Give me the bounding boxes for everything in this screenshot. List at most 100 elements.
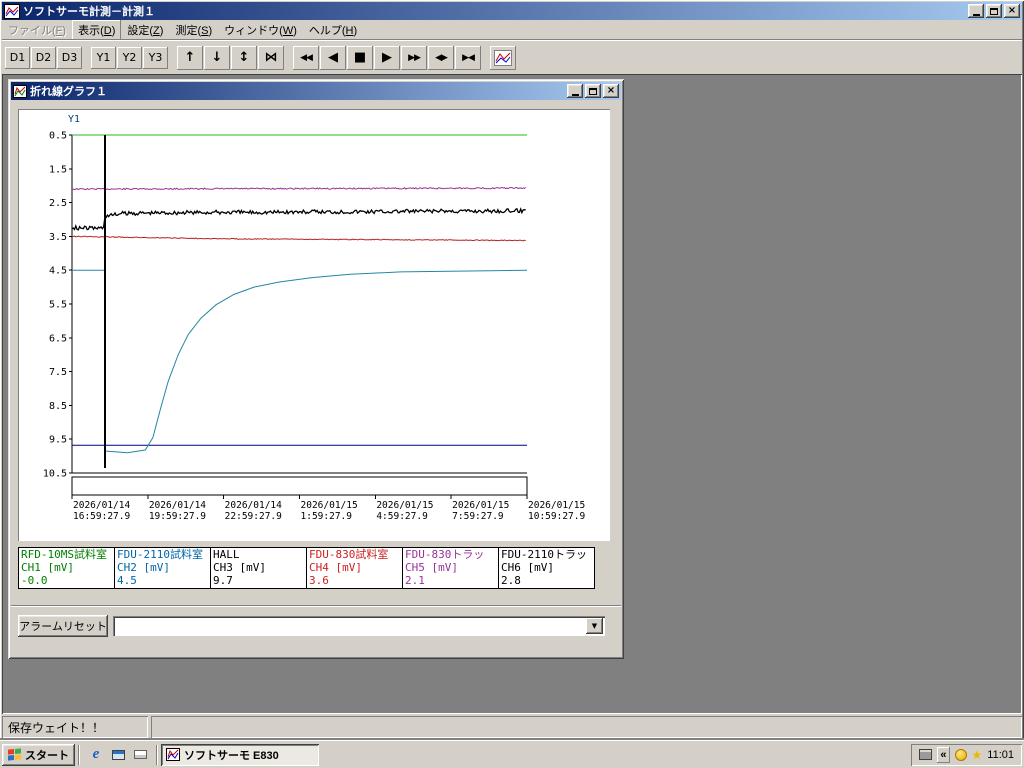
clock: 11:01 xyxy=(987,748,1014,761)
svg-text:2026/01/14: 2026/01/14 xyxy=(149,500,206,511)
menu-settings[interactable]: 設定(Z) xyxy=(121,20,169,40)
toolbar-separator xyxy=(83,53,90,63)
legend-channel-label: CH5 [mV] xyxy=(405,561,458,574)
svg-text:8.5: 8.5 xyxy=(49,401,67,412)
scale-down-button[interactable]: ↓ xyxy=(204,45,230,70)
taskbar-separator xyxy=(156,745,158,765)
legend-device-name: FDU-2110試料室 xyxy=(117,548,203,561)
y2-button[interactable]: Y2 xyxy=(117,46,142,69)
graph-window-icon xyxy=(13,84,27,98)
legend-device-name: RFD-10MS試料室 xyxy=(21,548,107,561)
legend-value: -0.0 xyxy=(21,574,48,587)
svg-text:0.5: 0.5 xyxy=(49,131,67,142)
legend-value: 2.1 xyxy=(405,574,425,587)
menu-bar: ファイル(F) 表示(D) 設定(Z) 測定(S) ウィンドウ(W) ヘルプ(H) xyxy=(2,20,1022,40)
legend-device-name: HALL xyxy=(213,548,240,561)
scale-up-button[interactable]: ↑ xyxy=(177,45,203,70)
svg-text:10:59:27.9: 10:59:27.9 xyxy=(528,511,585,522)
alarm-combobox[interactable]: ▼ xyxy=(113,616,605,636)
hide-icons-chevron[interactable]: « xyxy=(937,747,949,763)
menu-measure[interactable]: 測定(S) xyxy=(169,20,218,40)
minimize-button[interactable] xyxy=(968,4,984,18)
stop-scroll-button[interactable]: ■ xyxy=(347,45,373,70)
y1-button[interactable]: Y1 xyxy=(91,46,116,69)
legend-channel-2: FDU-2110試料室 CH2 [mV] 4.5 xyxy=(115,548,211,589)
alarm-reset-button[interactable]: アラームリセット xyxy=(18,615,108,637)
d2-button[interactable]: D2 xyxy=(31,46,56,69)
line-graph-button[interactable] xyxy=(490,45,516,70)
status-bar: 保存ウェイト！！ xyxy=(2,716,1022,738)
scroll-fast-right-button[interactable]: ▶▶ xyxy=(401,45,427,70)
svg-text:19:59:27.9: 19:59:27.9 xyxy=(149,511,206,522)
compress-time-axis-button[interactable]: ▶◀ xyxy=(455,45,481,70)
ime-icon[interactable] xyxy=(919,749,933,760)
combobox-dropdown-button[interactable]: ▼ xyxy=(586,618,603,634)
update-notification-icon[interactable] xyxy=(954,748,967,761)
svg-text:2026/01/15: 2026/01/15 xyxy=(528,500,585,511)
legend-channel-label: CH3 [mV] xyxy=(213,561,266,574)
d1-button[interactable]: D1 xyxy=(5,46,30,69)
quick-launch: e xyxy=(83,745,153,765)
toolbar-separator xyxy=(482,53,489,63)
svg-text:3.5: 3.5 xyxy=(49,232,67,243)
legend-device-name: FDU-2110トラッ xyxy=(501,548,587,561)
series-CH4 xyxy=(71,235,526,242)
quicklaunch-outlook-button[interactable] xyxy=(130,745,150,765)
combobox-value xyxy=(113,616,586,636)
main-titlebar[interactable]: ソフトサーモ計測－計測１ × xyxy=(2,2,1022,20)
svg-text:2.5: 2.5 xyxy=(49,198,67,209)
svg-text:Y1: Y1 xyxy=(68,114,80,125)
minimize-icon xyxy=(571,93,579,96)
expand-time-axis-button[interactable]: ◀▶ xyxy=(428,45,454,70)
scroll-right-button[interactable]: ▶ xyxy=(374,45,400,70)
menu-view[interactable]: 表示(D) xyxy=(72,20,121,40)
graph-minimize-button[interactable] xyxy=(567,84,583,98)
scroll-fast-left-button[interactable]: ◀◀ xyxy=(293,45,319,70)
legend-device-name: FDU-830トラッ xyxy=(405,548,485,561)
quicklaunch-ie-button[interactable]: e xyxy=(86,745,106,765)
legend-channel-5: FDU-830トラッ CH5 [mV] 2.1 xyxy=(403,548,499,589)
screen: ソフトサーモ計測－計測１ × ファイル(F) 表示(D) 設定(Z) 測定(S) ウィン… xyxy=(0,0,1024,768)
show-desktop-icon xyxy=(111,749,125,760)
menu-file[interactable]: ファイル(F) xyxy=(2,20,72,40)
minimize-icon xyxy=(972,13,980,16)
svg-text:7.5: 7.5 xyxy=(49,367,67,378)
legend-channel-label: CH1 [mV] xyxy=(21,561,74,574)
svg-text:1.5: 1.5 xyxy=(49,164,67,175)
legend-value: 2.8 xyxy=(501,574,521,587)
svg-text:5.5: 5.5 xyxy=(49,300,67,311)
series-CH6 xyxy=(71,207,526,231)
status-panel-secondary xyxy=(151,716,1022,738)
scale-expand-button[interactable]: ↕ xyxy=(231,45,257,70)
system-tray: « ★ 11:01 xyxy=(911,744,1022,766)
line-graph-icon xyxy=(494,49,512,66)
y3-button[interactable]: Y3 xyxy=(143,46,168,69)
svg-text:10.5: 10.5 xyxy=(43,469,67,480)
svg-text:7:59:27.9: 7:59:27.9 xyxy=(452,511,504,522)
toolbar: D1 D2 D3 Y1 Y2 Y3 ↑ ↓ ↕ ⋈ ◀◀ ◀ ■ ▶ ▶▶ ◀▶ ▶◀ xyxy=(2,40,1022,74)
toolbar-separator xyxy=(169,53,176,63)
maximize-icon xyxy=(589,87,597,95)
restore-button[interactable] xyxy=(986,4,1002,18)
taskbar-task-button[interactable]: ソフトサーモ E830 xyxy=(161,743,319,766)
graph-maximize-button[interactable] xyxy=(585,84,601,98)
legend-channel-label: CH4 [mV] xyxy=(309,561,362,574)
svg-text:4:59:27.9: 4:59:27.9 xyxy=(376,511,428,522)
auto-scale-button[interactable]: ⋈ xyxy=(258,45,284,70)
toolbar-separator xyxy=(285,53,292,63)
start-button[interactable]: スタート xyxy=(2,743,75,766)
svg-text:9.5: 9.5 xyxy=(49,435,67,446)
svg-text:1:59:27.9: 1:59:27.9 xyxy=(301,511,353,522)
scroll-left-button[interactable]: ◀ xyxy=(320,45,346,70)
menu-help[interactable]: ヘルプ(H) xyxy=(303,20,363,40)
close-button[interactable]: × xyxy=(1004,4,1020,18)
svg-text:2026/01/15: 2026/01/15 xyxy=(301,500,358,511)
graph-close-button[interactable]: × xyxy=(603,84,619,98)
quicklaunch-desktop-button[interactable] xyxy=(108,745,128,765)
tray-star-icon[interactable]: ★ xyxy=(972,749,983,761)
svg-text:2026/01/14: 2026/01/14 xyxy=(225,500,282,511)
graph-titlebar[interactable]: 折れ線グラフ１ × xyxy=(11,82,621,100)
d3-button[interactable]: D3 xyxy=(57,46,82,69)
legend-value: 4.5 xyxy=(117,574,137,587)
menu-window[interactable]: ウィンドウ(W) xyxy=(218,20,303,40)
